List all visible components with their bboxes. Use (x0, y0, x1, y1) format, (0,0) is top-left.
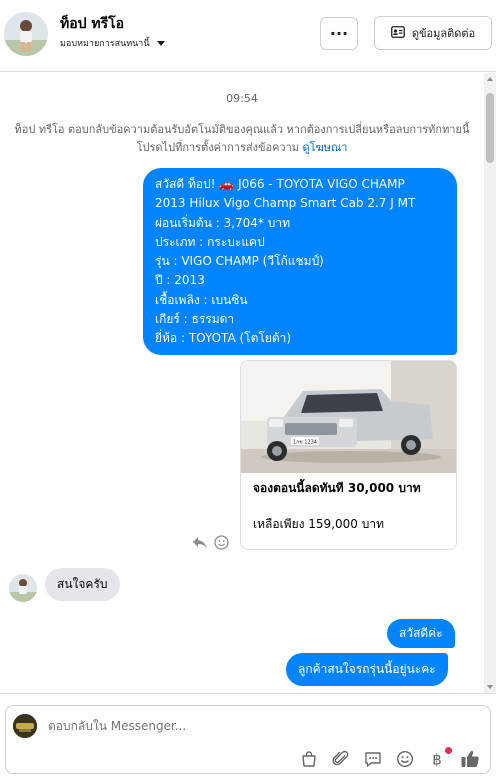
welcome-line: สวัสดี ท็อป! 🚗 J066 - TOYOTA VIGO CHAMP (155, 177, 405, 191)
assign-conversation-dropdown[interactable]: มอบหมายการสนทนานี้ (60, 36, 165, 50)
more-options-button[interactable]: ··· (320, 17, 358, 50)
welcome-line: 2013 Hilux Vigo Champ Smart Cab 2.7 J MT (155, 196, 416, 211)
customer-avatar[interactable] (4, 12, 48, 56)
welcome-line: ปี : 2013 (155, 273, 205, 288)
view-contact-label: ดูข้อมูลติดต่อ (411, 27, 476, 40)
contact-card-icon (390, 25, 405, 41)
notification-dot (445, 747, 452, 754)
message-timestamp: 09:54 (226, 92, 258, 105)
view-ad-link[interactable]: ดูโฆษณา (303, 141, 348, 154)
emoji-icon[interactable] (394, 748, 416, 770)
offer-title: จองตอนนี้ลดทันที 30,000 บาท (253, 481, 421, 495)
emoji-icon[interactable] (214, 535, 229, 554)
scroll-thumb[interactable] (486, 93, 494, 163)
welcome-line: ผ่อนเริ่มต้น : 3,704* บาท (155, 215, 290, 230)
reply-icon[interactable] (192, 535, 208, 554)
offer-price: เหลือเพียง 159,000 บาท (253, 517, 384, 531)
welcome-line: รุ่น : VIGO CHAMP (วีโก้แชมป์) (155, 254, 324, 269)
message-actions (192, 535, 229, 554)
svg-text:฿: ฿ (432, 751, 442, 769)
page-avatar (13, 714, 37, 738)
thumbs-up-icon[interactable] (459, 748, 481, 770)
reply-input[interactable] (48, 719, 478, 733)
outgoing-message-bubble[interactable]: สวัสดีค่ะ (387, 619, 455, 648)
auto-reply-notice: ท็อป ทรีโอ ตอบกลับข้อความต้อนรับอัตโนมัต… (4, 121, 480, 157)
customer-avatar-small (9, 574, 37, 602)
saved-replies-icon[interactable] (362, 748, 384, 770)
view-contact-button[interactable]: ดูข้อมูลติดต่อ (374, 16, 492, 50)
welcome-message-bubble[interactable]: สวัสดี ท็อป! 🚗 J066 - TOYOTA VIGO CHAMP … (143, 168, 457, 355)
shopping-bag-icon[interactable] (298, 748, 320, 770)
welcome-line: เกียร์ : ธรรมดา (155, 312, 235, 327)
caret-down-icon (156, 40, 165, 46)
auto-reply-notice-text: ท็อป ทรีโอ ตอบกลับข้อความต้อนรับอัตโนมัต… (14, 123, 470, 154)
welcome-line: ยี่ห้อ : TOYOTA (โตโยต้า) (155, 331, 292, 346)
composer-box[interactable]: ฿ (5, 705, 491, 774)
thread-scrollbar[interactable] (484, 73, 496, 693)
message-thread[interactable]: 09:54 ท็อป ทรีโอ ตอบกลับข้อความต้อนรับอั… (0, 73, 496, 693)
customer-name: ท็อป ทรีโอ (60, 16, 125, 32)
welcome-line: เชื้อเพลิง : เบนซิน (155, 292, 248, 307)
license-plate-text: 1กข 1234 (293, 440, 317, 446)
scroll-up-arrow-icon[interactable] (487, 77, 493, 81)
vehicle-offer-card[interactable]: 1กข 1234 จองตอนนี้ลดทันที 30,000 บาท เหล… (240, 360, 457, 550)
more-icon: ··· (329, 24, 349, 43)
message-composer: ฿ (0, 693, 496, 777)
welcome-line: ประเภท : กระบะแคป (155, 234, 265, 249)
vehicle-photo: 1กข 1234 (241, 361, 456, 473)
scroll-down-arrow-icon[interactable] (487, 685, 493, 689)
assign-label: มอบหมายการสนทนานี้ (60, 39, 150, 49)
incoming-message-bubble[interactable]: สนใจครับ (45, 568, 120, 601)
outgoing-message-bubble[interactable]: ลูกค้าสนใจรถรุ่นนี้อยู่นะคะ (286, 653, 448, 686)
paperclip-icon[interactable] (330, 748, 352, 770)
conversation-header: ท็อป ทรีโอ มอบหมายการสนทนานี้ ··· ดูข้อม… (0, 0, 496, 72)
